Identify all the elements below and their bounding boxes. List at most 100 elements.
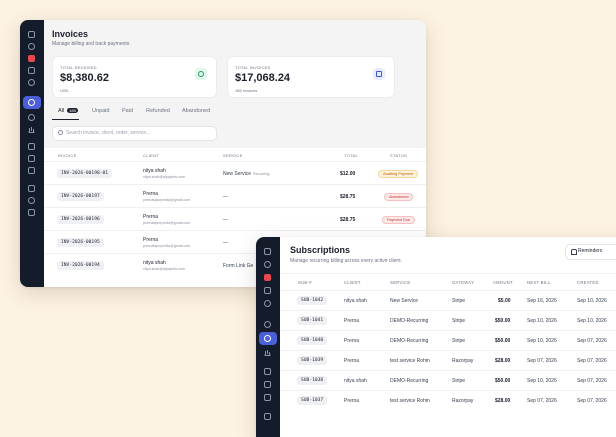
refresh-icon xyxy=(264,335,271,342)
link-icon[interactable] xyxy=(264,381,271,388)
card-label: TOTAL RECEIVED xyxy=(60,65,97,70)
column-header[interactable]: INVOICE xyxy=(58,153,77,158)
notification-icon[interactable] xyxy=(28,55,35,62)
tab-abandoned[interactable]: Abandoned xyxy=(182,108,210,114)
client-name: Prerna xyxy=(344,318,360,324)
subscriptions-window: Subscriptions Manage recurring billing a… xyxy=(256,237,616,437)
table-row[interactable]: INV-2026-00196 Prerna prernalapurpedia@g… xyxy=(44,207,426,231)
column-header[interactable]: SERVICE xyxy=(223,153,243,158)
subscription-id[interactable]: SUB-1042 xyxy=(297,296,328,305)
total-invoices-card: TOTAL INVOICES $17,068.24 185 invoices xyxy=(227,56,395,98)
calendar-icon[interactable] xyxy=(264,287,271,294)
column-header[interactable]: STATUS xyxy=(390,153,407,158)
home-icon[interactable] xyxy=(264,248,271,255)
service-label: New Service xyxy=(223,171,252,177)
gateway: Stripe xyxy=(452,378,466,384)
table-row[interactable]: SUB-1039 Prerna test service Rohin Razor… xyxy=(280,350,616,371)
refresh-icon[interactable] xyxy=(28,114,35,121)
shield-icon[interactable] xyxy=(28,209,35,216)
column-header[interactable]: GATEWAY xyxy=(452,280,474,285)
globe-icon[interactable] xyxy=(28,197,35,204)
column-header[interactable]: TOTAL xyxy=(344,153,358,158)
search-icon xyxy=(58,130,63,135)
tab-count-badge: 185 xyxy=(67,108,78,113)
subscription-id[interactable]: SUB-1038 xyxy=(297,376,328,385)
total-received-card: TOTAL RECEIVED $8,380.62 USD xyxy=(52,56,217,98)
table-row[interactable]: SUB-1042 nitya shah New Service Stripe $… xyxy=(280,290,616,311)
status-badge: Awaiting Payment xyxy=(378,170,419,178)
service-name: — xyxy=(223,240,228,246)
table-row[interactable]: SUB-1041 Prerna DEMO-Recurring Stripe $5… xyxy=(280,310,616,331)
client-name: Prerna xyxy=(344,398,360,404)
client-name: Prerna xyxy=(344,338,360,344)
chart-icon[interactable] xyxy=(28,126,35,133)
client-email: prernalapurpedia@gmail.com xyxy=(143,221,191,225)
next-bill-date: Sep 10, 2026 xyxy=(527,318,557,324)
tab-unpaid[interactable]: Unpaid xyxy=(92,108,109,114)
grid-icon[interactable] xyxy=(264,368,271,375)
column-header[interactable]: SERVICE xyxy=(390,280,410,285)
invoice-number[interactable]: INV-2026-00195 xyxy=(57,238,104,247)
table-row[interactable]: SUB-1040 Prerna DEMO-Recurring Stripe $5… xyxy=(280,330,616,351)
sidebar-item-subscriptions[interactable] xyxy=(259,332,277,345)
created-date: Sep 07, 2026 xyxy=(577,398,607,404)
invoice-number[interactable]: INV-2026-00197 xyxy=(57,192,104,201)
tab-all[interactable]: All 185 xyxy=(58,108,78,114)
client-name: nitya shah xyxy=(143,168,166,174)
chart-icon[interactable] xyxy=(264,349,271,356)
sidebar-item-invoices[interactable] xyxy=(23,96,41,109)
next-bill-date: Sep 16, 2026 xyxy=(527,298,557,304)
home-icon[interactable] xyxy=(28,31,35,38)
tab-paid[interactable]: Paid xyxy=(122,108,133,114)
column-header[interactable]: SUB-# xyxy=(298,280,312,285)
page-subtitle: Manage billing and track payments. xyxy=(52,41,131,47)
service-name: Form Link Ge xyxy=(223,263,254,269)
service-name: test service Rohin xyxy=(390,398,430,404)
chat-icon[interactable] xyxy=(28,79,35,86)
search-input[interactable]: Search invoice, client, order, service..… xyxy=(52,126,217,141)
page-title: Invoices xyxy=(52,29,89,39)
invoice-total: $12.00 xyxy=(340,171,356,177)
table-row[interactable]: SUB-1038 nitya shah DEMO-Recurring Strip… xyxy=(280,370,616,391)
subscription-id[interactable]: SUB-1037 xyxy=(297,396,328,405)
reminders-button[interactable]: Reminders xyxy=(565,244,616,260)
gateway: Stripe xyxy=(452,338,466,344)
building-icon[interactable] xyxy=(264,394,271,401)
search-placeholder: Search invoice, client, order, service..… xyxy=(66,130,151,136)
invoice-number[interactable]: INV-2026-00198-01 xyxy=(57,169,113,178)
column-header[interactable]: CLIENT xyxy=(143,153,159,158)
service-name: New Service Recurring xyxy=(223,171,270,177)
notification-icon[interactable] xyxy=(264,274,271,281)
page-title: Subscriptions xyxy=(290,245,351,255)
card-note: 185 invoices xyxy=(235,88,258,93)
client-name: nitya shah xyxy=(344,378,367,384)
calendar-icon[interactable] xyxy=(28,67,35,74)
users-icon[interactable] xyxy=(264,261,271,268)
tab-refunded[interactable]: Refunded xyxy=(146,108,170,114)
subscription-id[interactable]: SUB-1041 xyxy=(297,316,328,325)
table-row[interactable]: SUB-1037 Prerna test service Rohin Razor… xyxy=(280,390,616,411)
grid-icon[interactable] xyxy=(28,143,35,150)
dollar-icon[interactable] xyxy=(264,321,271,328)
building-icon[interactable] xyxy=(28,167,35,174)
document-icon xyxy=(373,68,385,80)
chat-icon[interactable] xyxy=(264,300,271,307)
column-header[interactable]: AMOUNT xyxy=(493,280,513,285)
created-date: Sep 07, 2026 xyxy=(577,358,607,364)
table-row[interactable]: INV-2026-00197 Prerna prernalapurpedia@g… xyxy=(44,184,426,208)
client-name: nitya shah xyxy=(143,260,166,266)
users-icon[interactable] xyxy=(28,43,35,50)
client-name: Prerna xyxy=(143,237,159,243)
link-icon[interactable] xyxy=(28,155,35,162)
table-row[interactable]: INV-2026-00198-01 nitya shah nitya.shah@… xyxy=(44,161,426,185)
column-header[interactable]: NEXT BILL xyxy=(527,280,551,285)
invoice-number[interactable]: INV-2026-00196 xyxy=(57,215,104,224)
subscription-id[interactable]: SUB-1039 xyxy=(297,356,328,365)
column-header[interactable]: CREATED xyxy=(577,280,599,285)
wallet-icon xyxy=(195,68,207,80)
folder-icon[interactable] xyxy=(28,185,35,192)
created-date: Sep 07, 2026 xyxy=(577,378,607,384)
subscription-id[interactable]: SUB-1040 xyxy=(297,336,328,345)
invoice-number[interactable]: INV-2026-00194 xyxy=(57,261,104,270)
column-header[interactable]: CLIENT xyxy=(344,280,361,285)
